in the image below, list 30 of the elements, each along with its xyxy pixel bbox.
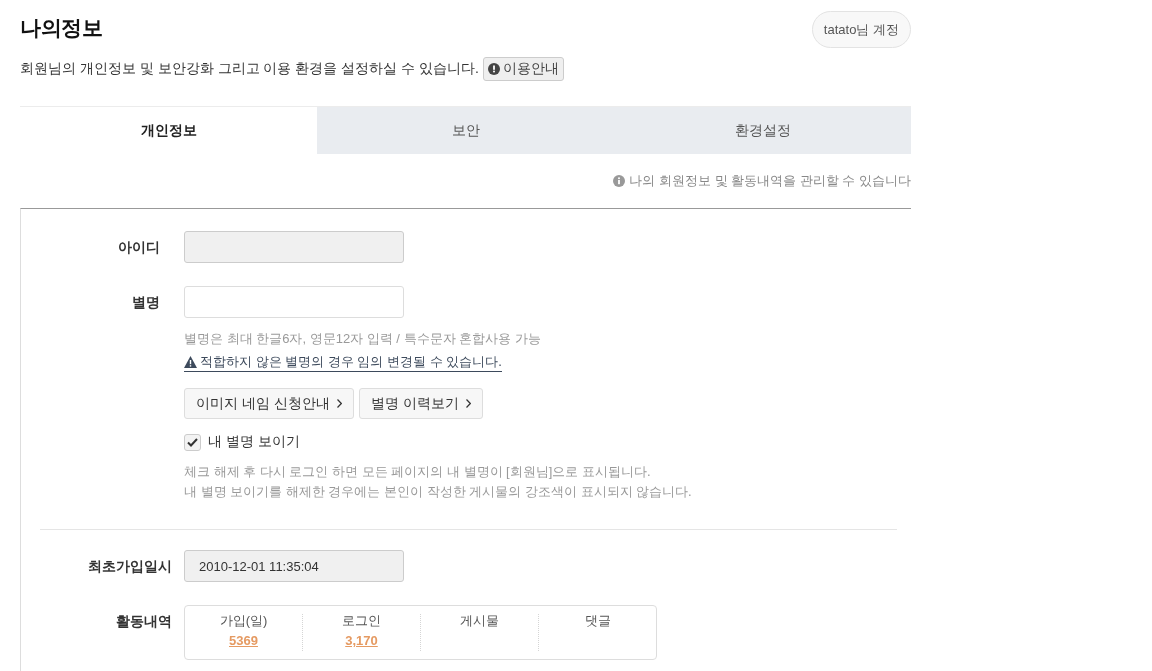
warning-link[interactable]: 적합하지 않은 별명의 경우 임의 변경될 수 있습니다. [184, 352, 502, 372]
page-title: 나의정보 [20, 15, 102, 41]
nickname-link-button[interactable]: 별명 이력보기 [358, 388, 483, 419]
tab[interactable]: 환경설정 [614, 107, 911, 154]
note-text: 내 별명 보이기를 해제한 경우에는 본인이 작성한 게시물의 강조색이 표시되지 않습니다. [184, 483, 692, 501]
guide-button[interactable]: 이용안내 [482, 57, 564, 81]
chevron-right-icon [336, 399, 342, 408]
notice-text: 나의 회원정보 및 활동내역을 관리할 수 있습니다 [629, 172, 911, 190]
nickname-hint: 별명은 최대 한글6자, 영문12자 입력 / 특수문자 혼합사용 가능 [184, 330, 541, 348]
checkbox[interactable] [184, 433, 201, 451]
stat-label: 가입(일) [219, 612, 268, 630]
field-label: 별명 [132, 293, 160, 312]
note-text: 체크 해제 후 다시 로그인 하면 모든 페이지의 내 별명이 [회원님]으로 표시됩니다. [184, 463, 652, 481]
account-button[interactable]: tatato님 계정 [811, 11, 911, 48]
tab[interactable]: 보안 [317, 107, 614, 154]
chevron-right-icon [465, 399, 471, 408]
field-label: 아이디 [118, 238, 160, 257]
field-label: 최초가입일시 [88, 557, 172, 576]
checkmark-icon [187, 437, 198, 447]
nickname-link-button[interactable]: 이미지 네임 신청안내 [184, 388, 354, 419]
nickname-field[interactable] [184, 286, 404, 318]
info-icon [613, 175, 626, 187]
checkbox-label: 내 별명 보이기 [208, 433, 300, 451]
field-label: 활동내역 [116, 612, 172, 631]
exclamation-circle-icon [487, 63, 500, 75]
stat-label: 게시물 [460, 612, 499, 630]
stat-label: 댓글 [584, 612, 611, 630]
warning-icon [184, 355, 197, 368]
stat-label: 로그인 [342, 612, 381, 630]
page-description: 회원님의 개인정보 및 보안강화 그리고 이용 환경을 설정하실 수 있습니다. [20, 60, 479, 78]
